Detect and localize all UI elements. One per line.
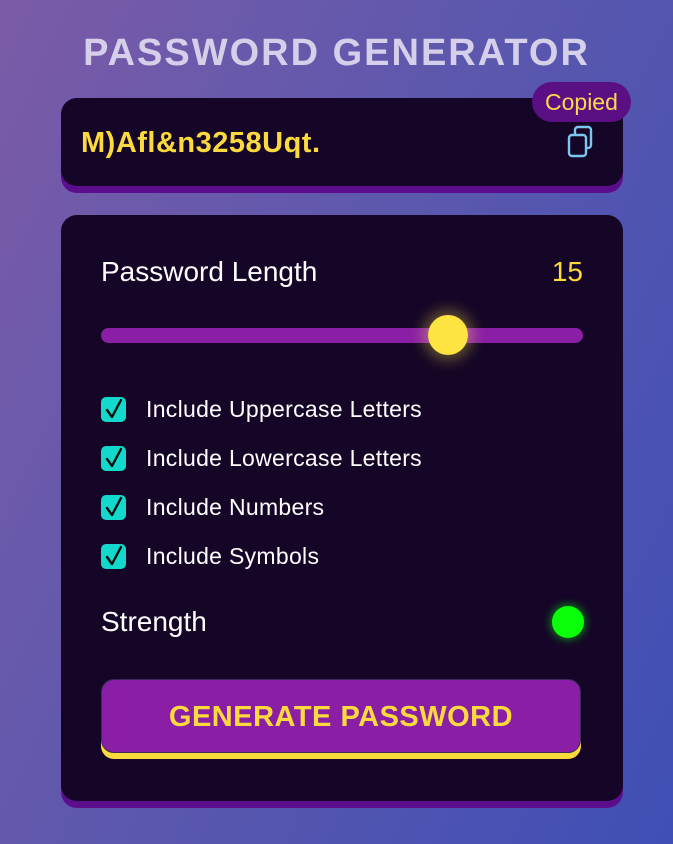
- password-output[interactable]: M)Afl&n3258Uqt.: [81, 126, 321, 160]
- option-lowercase[interactable]: Include Lowercase Letters: [101, 445, 422, 471]
- option-numbers[interactable]: Include Numbers: [101, 494, 324, 520]
- copy-icon: [567, 125, 593, 158]
- symbols-label: Include Symbols: [146, 543, 320, 569]
- lowercase-label: Include Lowercase Letters: [146, 445, 422, 471]
- length-label: Password Length: [101, 256, 318, 287]
- numbers-label: Include Numbers: [146, 494, 325, 520]
- strength-label: Strength: [101, 606, 207, 637]
- checkmark-icon: [105, 398, 123, 418]
- copy-button[interactable]: [565, 124, 595, 158]
- settings-card: Password Length 15 Include Uppercase Let…: [61, 215, 623, 801]
- numbers-checkbox[interactable]: [101, 494, 126, 520]
- option-symbols[interactable]: Include Symbols: [101, 543, 319, 569]
- uppercase-checkbox[interactable]: [101, 396, 126, 422]
- checkmark-icon: [105, 496, 123, 516]
- option-uppercase[interactable]: Include Uppercase Letters: [101, 396, 422, 422]
- lowercase-checkbox[interactable]: [101, 445, 126, 471]
- length-slider[interactable]: [101, 315, 583, 355]
- generate-password-button[interactable]: GENERATE PASSWORD: [101, 679, 581, 753]
- page-title: PASSWORD GENERATOR: [83, 32, 590, 74]
- copied-badge: Copied: [532, 82, 631, 122]
- symbols-checkbox[interactable]: [101, 543, 126, 569]
- slider-thumb[interactable]: [428, 315, 469, 355]
- checkmark-icon: [105, 545, 123, 565]
- strength-indicator: [552, 606, 584, 638]
- uppercase-label: Include Uppercase Letters: [146, 396, 422, 422]
- checkmark-icon: [105, 447, 123, 467]
- length-value: 15: [551, 256, 583, 287]
